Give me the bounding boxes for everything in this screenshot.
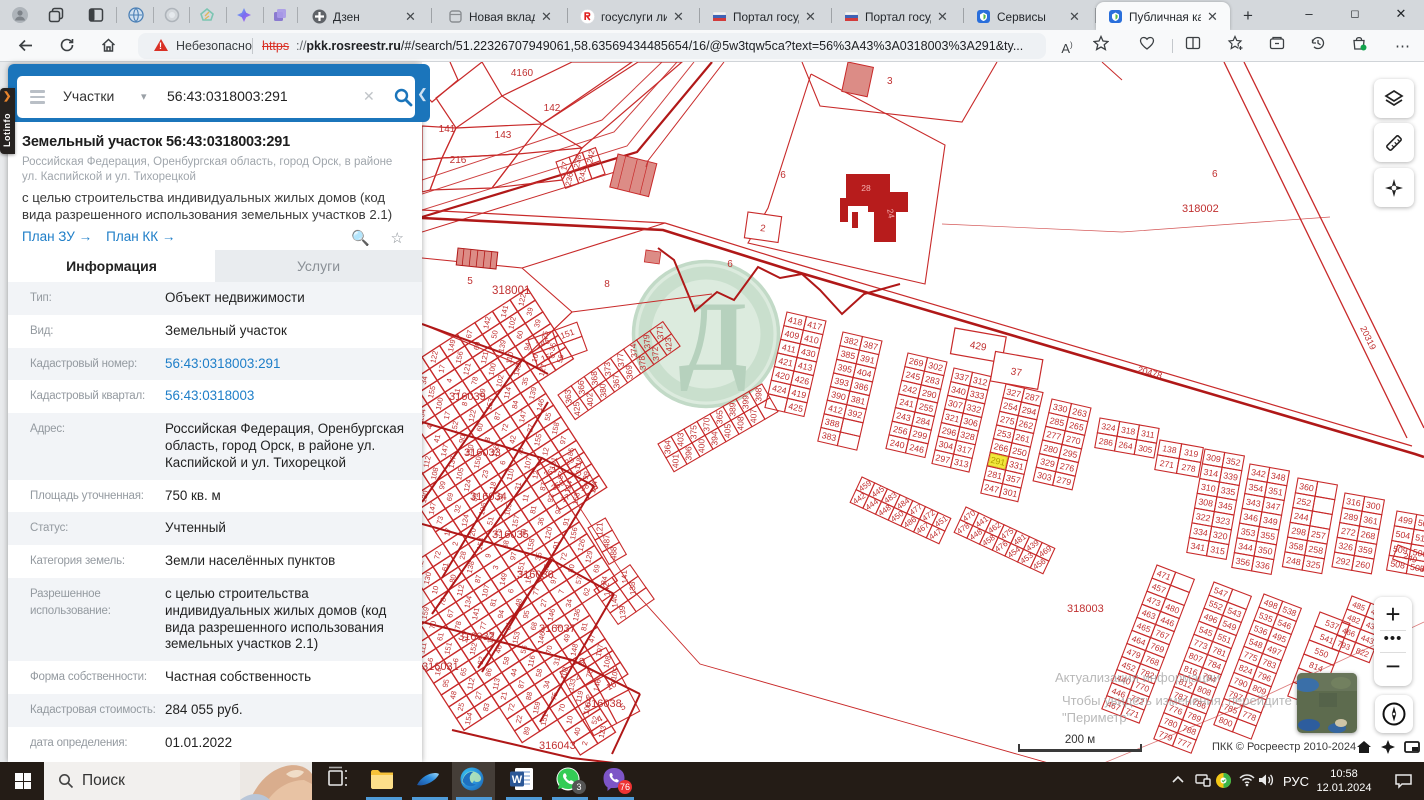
svg-text:"Периметр": "Периметр" — [1062, 710, 1132, 725]
svg-text:Актуализация информации: Актуализация информации — [1055, 670, 1220, 685]
svg-text:143: 143 — [495, 130, 512, 141]
svg-text:369: 369 — [624, 364, 635, 379]
svg-text:400: 400 — [697, 439, 707, 453]
svg-text:370: 370 — [702, 417, 712, 431]
svg-text:316043: 316043 — [539, 740, 576, 752]
svg-text:373: 373 — [602, 361, 613, 376]
svg-text:216: 216 — [450, 155, 467, 166]
svg-text:374: 374 — [628, 343, 639, 358]
svg-text:316034: 316034 — [470, 491, 507, 503]
svg-text:316038: 316038 — [585, 698, 622, 710]
svg-text:316033: 316033 — [464, 447, 501, 459]
svg-text:398: 398 — [754, 387, 764, 401]
svg-text:7: 7 — [644, 159, 649, 169]
svg-text:316037: 316037 — [539, 623, 576, 635]
svg-text:316035: 316035 — [492, 529, 529, 541]
svg-text:364: 364 — [663, 440, 673, 454]
svg-text:318003: 318003 — [1067, 603, 1104, 615]
svg-text:6: 6 — [727, 259, 733, 270]
svg-text:365: 365 — [715, 410, 725, 424]
svg-text:488: 488 — [609, 546, 618, 560]
svg-text:401: 401 — [671, 454, 681, 468]
svg-text:316039: 316039 — [449, 391, 486, 403]
svg-text:380: 380 — [597, 383, 608, 398]
svg-text:8: 8 — [604, 279, 610, 290]
svg-text:389: 389 — [728, 402, 738, 416]
svg-text:139: 139 — [618, 605, 628, 620]
svg-text:316032: 316032 — [458, 631, 495, 643]
svg-text:141: 141 — [439, 124, 456, 135]
svg-text:375: 375 — [689, 425, 699, 439]
svg-text:142: 142 — [544, 103, 561, 114]
svg-text:4160: 4160 — [511, 68, 534, 79]
svg-text:408: 408 — [736, 416, 746, 430]
svg-text:28: 28 — [861, 183, 871, 193]
svg-text:403: 403 — [676, 432, 686, 446]
svg-text:425: 425 — [571, 401, 582, 416]
svg-text:3: 3 — [887, 76, 893, 87]
svg-text:377: 377 — [615, 352, 626, 367]
svg-text:487: 487 — [602, 534, 611, 548]
svg-text:367: 367 — [610, 374, 621, 389]
svg-text:W: W — [512, 774, 523, 786]
svg-text:402: 402 — [584, 392, 595, 407]
svg-text:366: 366 — [576, 380, 587, 395]
svg-text:6: 6 — [780, 170, 786, 181]
svg-text:405: 405 — [723, 424, 733, 438]
svg-text:394: 394 — [710, 431, 720, 445]
svg-text:371: 371 — [654, 325, 665, 340]
svg-text:316031: 316031 — [422, 661, 459, 673]
svg-text:318002: 318002 — [1182, 203, 1219, 215]
svg-text:24: 24 — [885, 208, 897, 219]
svg-text:407: 407 — [749, 409, 759, 423]
svg-text:316036: 316036 — [517, 569, 554, 581]
svg-text:5: 5 — [467, 276, 473, 287]
svg-text:399: 399 — [741, 395, 751, 409]
svg-text:368: 368 — [589, 370, 600, 385]
svg-text:396: 396 — [684, 446, 694, 460]
svg-text:6: 6 — [1212, 169, 1218, 180]
svg-text:378: 378 — [637, 355, 648, 370]
svg-text:372: 372 — [650, 346, 661, 361]
svg-text:363: 363 — [562, 389, 573, 404]
svg-text:379: 379 — [641, 334, 652, 349]
svg-text:423: 423 — [663, 337, 674, 352]
